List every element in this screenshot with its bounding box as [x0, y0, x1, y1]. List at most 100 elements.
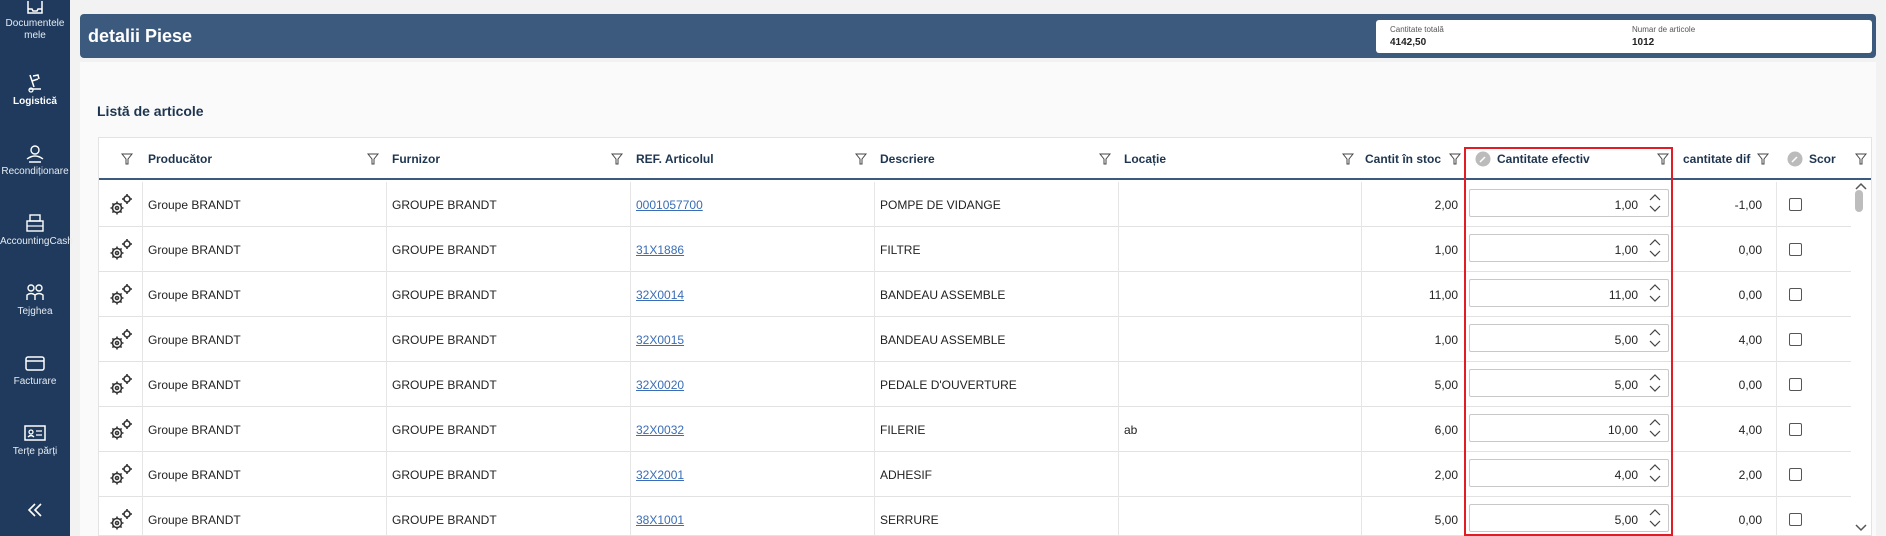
sidebar-item-label: Recondiționare: [1, 166, 69, 177]
list-title: Listă de articole: [97, 103, 204, 119]
cell-producer: Groupe BRANDT: [143, 362, 387, 407]
actual-qty-stepper[interactable]: 5,00: [1469, 504, 1669, 532]
filter-icon[interactable]: [121, 153, 133, 165]
stepper-arrows-icon[interactable]: [1644, 371, 1666, 395]
actual-qty-stepper[interactable]: 10,00: [1469, 414, 1669, 442]
ref-link[interactable]: 38X1001: [636, 513, 684, 527]
sidebar-item-label: Logistică: [13, 96, 57, 107]
score-checkbox[interactable]: [1789, 468, 1802, 481]
filter-icon[interactable]: [1342, 153, 1354, 165]
stepper-arrows-icon[interactable]: [1644, 191, 1666, 215]
table-row[interactable]: Groupe BRANDT GROUPE BRANDT 32X0020 PEDALE …: [99, 362, 1851, 407]
column-header-producer[interactable]: Producător: [121, 138, 387, 180]
column-header-actual-qty[interactable]: Cantitate efectiv: [1465, 138, 1677, 180]
stepper-value: 11,00: [1608, 288, 1638, 302]
grid-header: Producător Furnizor REF. Articolul Descr…: [99, 138, 1871, 180]
table-row[interactable]: Groupe BRANDT GROUPE BRANDT 38X1001 SERRURE…: [99, 497, 1851, 535]
cell-diff-qty: 0,00: [1677, 362, 1777, 407]
column-header-supplier[interactable]: Furnizor: [367, 138, 631, 180]
actual-qty-stepper[interactable]: 11,00: [1469, 279, 1669, 307]
column-header-diff[interactable]: cantitate dif: [1677, 138, 1777, 180]
cell-producer: Groupe BRANDT: [143, 497, 387, 535]
chevron-down-icon[interactable]: [1855, 524, 1867, 532]
table-row[interactable]: Groupe BRANDT GROUPE BRANDT 32X0032 FILERIE…: [99, 407, 1851, 452]
vertical-scrollbar[interactable]: [1852, 180, 1870, 534]
score-checkbox[interactable]: [1789, 333, 1802, 346]
table-row[interactable]: Groupe BRANDT GROUPE BRANDT 31X1886 FILTRE 1…: [99, 227, 1851, 272]
score-checkbox[interactable]: [1789, 288, 1802, 301]
actual-qty-stepper[interactable]: 1,00: [1469, 189, 1669, 217]
cell-supplier: GROUPE BRANDT: [387, 452, 631, 497]
cell-diff-qty: 0,00: [1677, 497, 1777, 535]
stepper-arrows-icon[interactable]: [1644, 506, 1666, 530]
filter-icon[interactable]: [1099, 153, 1111, 165]
column-header-description[interactable]: Descriere: [855, 138, 1119, 180]
score-checkbox[interactable]: [1789, 513, 1802, 526]
filter-icon[interactable]: [611, 153, 623, 165]
cell-stock-qty: 11,00: [1362, 272, 1465, 317]
cell-location: [1119, 227, 1362, 272]
column-header-stock[interactable]: Cantit în stoc: [1342, 138, 1465, 180]
score-checkbox[interactable]: [1789, 198, 1802, 211]
cell-diff-qty: -1,00: [1677, 182, 1777, 227]
ref-link[interactable]: 32X2001: [636, 468, 684, 482]
cell-ref: 32X0014: [631, 272, 875, 317]
table-row[interactable]: Groupe BRANDT GROUPE BRANDT 32X2001 ADHESIF…: [99, 452, 1851, 497]
score-checkbox[interactable]: [1789, 243, 1802, 256]
refurbish-icon: [26, 145, 44, 163]
edit-icon: [1787, 151, 1803, 167]
column-header-score[interactable]: Scor: [1777, 138, 1871, 180]
actual-qty-stepper[interactable]: 5,00: [1469, 324, 1669, 352]
sidebar-collapse-button[interactable]: [0, 500, 70, 522]
filter-icon[interactable]: [1757, 153, 1769, 165]
actual-qty-stepper[interactable]: 4,00: [1469, 459, 1669, 487]
cell-ref: 31X1886: [631, 227, 875, 272]
ref-link[interactable]: 32X0032: [636, 423, 684, 437]
sidebar-item-counter[interactable]: Tejghea: [0, 282, 70, 318]
stepper-arrows-icon[interactable]: [1644, 236, 1666, 260]
column-header-label: Scor: [1809, 152, 1836, 166]
filter-icon[interactable]: [1657, 153, 1669, 165]
ref-link[interactable]: 32X0014: [636, 288, 684, 302]
cell-location: [1119, 497, 1362, 535]
stepper-arrows-icon[interactable]: [1644, 461, 1666, 485]
table-row[interactable]: Groupe BRANDT GROUPE BRANDT 32X0014 BANDEAU…: [99, 272, 1851, 317]
cell-diff-qty: 4,00: [1677, 407, 1777, 452]
sidebar-item-documents[interactable]: Documentele mele: [0, 0, 70, 42]
score-checkbox[interactable]: [1789, 423, 1802, 436]
sidebar-item-label: Facturare: [13, 376, 57, 387]
sidebar-item-third-parties[interactable]: Terțe părți: [0, 422, 70, 458]
actual-qty-stepper[interactable]: 1,00: [1469, 234, 1669, 262]
sidebar-item-accounting-cash[interactable]: AccountingCash: [0, 212, 73, 248]
filter-icon[interactable]: [855, 153, 867, 165]
cell-stock-qty: 2,00: [1362, 452, 1465, 497]
stepper-value: 1,00: [1614, 198, 1638, 212]
column-header-location[interactable]: Locație: [1099, 138, 1362, 180]
chevron-up-icon[interactable]: [1855, 182, 1867, 190]
table-row[interactable]: Groupe BRANDT GROUPE BRANDT 32X0015 BANDEAU…: [99, 317, 1851, 362]
sidebar-item-billing[interactable]: Facturare: [0, 352, 70, 388]
filter-icon[interactable]: [1855, 153, 1867, 165]
sidebar-item-label: Tejghea: [17, 306, 53, 317]
column-header-ref[interactable]: REF. Articolul: [611, 138, 875, 180]
ref-link[interactable]: 32X0015: [636, 333, 684, 347]
sidebar-item-refurbish[interactable]: Recondiționare: [0, 142, 70, 178]
sidebar-item-logistics[interactable]: Logistică: [0, 72, 70, 108]
column-header-label: Descriere: [880, 152, 935, 166]
filter-icon[interactable]: [367, 153, 379, 165]
actual-qty-stepper[interactable]: 5,00: [1469, 369, 1669, 397]
ref-link[interactable]: 31X1886: [636, 243, 684, 257]
counter-people-icon: [26, 284, 44, 300]
stepper-arrows-icon[interactable]: [1644, 326, 1666, 350]
scrollbar-thumb[interactable]: [1855, 190, 1863, 212]
cell-diff-qty: 2,00: [1677, 452, 1777, 497]
stepper-arrows-icon[interactable]: [1644, 416, 1666, 440]
stepper-value: 1,00: [1614, 243, 1638, 257]
ref-link[interactable]: 0001057700: [636, 198, 703, 212]
table-row[interactable]: Groupe BRANDT GROUPE BRANDT 0001057700 POMP…: [99, 182, 1851, 227]
filter-icon[interactable]: [1449, 153, 1461, 165]
total-quantity-stat: Cantitate totală 4142,50: [1390, 25, 1444, 48]
score-checkbox[interactable]: [1789, 378, 1802, 391]
stepper-arrows-icon[interactable]: [1644, 281, 1666, 305]
ref-link[interactable]: 32X0020: [636, 378, 684, 392]
